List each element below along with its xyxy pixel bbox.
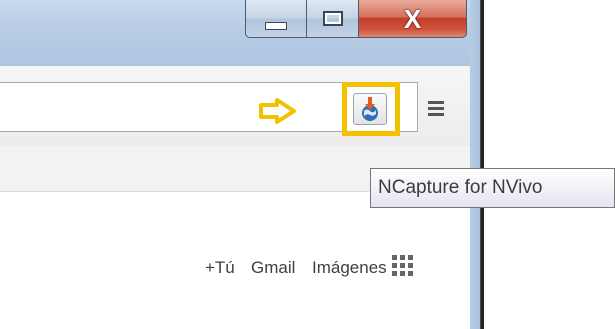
- ncapture-extension-button[interactable]: [353, 93, 387, 125]
- minimize-icon: [265, 21, 287, 30]
- maximize-button[interactable]: [307, 0, 359, 38]
- gmail-link-label[interactable]: Gmail: [251, 258, 295, 278]
- images-link[interactable]: Imágenes: [312, 258, 387, 278]
- apps-grid-icon[interactable]: [392, 255, 414, 277]
- ncapture-globe-icon: [362, 97, 378, 121]
- hamburger-menu-icon[interactable]: [428, 101, 444, 117]
- close-icon: X: [403, 3, 422, 34]
- plus-you-link[interactable]: +Tú: [205, 258, 235, 278]
- extension-tooltip: NCapture for NVivo: [370, 168, 615, 208]
- maximize-icon: [322, 11, 343, 26]
- window-border: [481, 0, 484, 329]
- caption-buttons: X: [245, 0, 467, 40]
- arrow-right-icon: [259, 98, 296, 124]
- window-frame-right: [470, 0, 481, 329]
- minimize-button[interactable]: [245, 0, 307, 38]
- close-button[interactable]: X: [359, 0, 467, 38]
